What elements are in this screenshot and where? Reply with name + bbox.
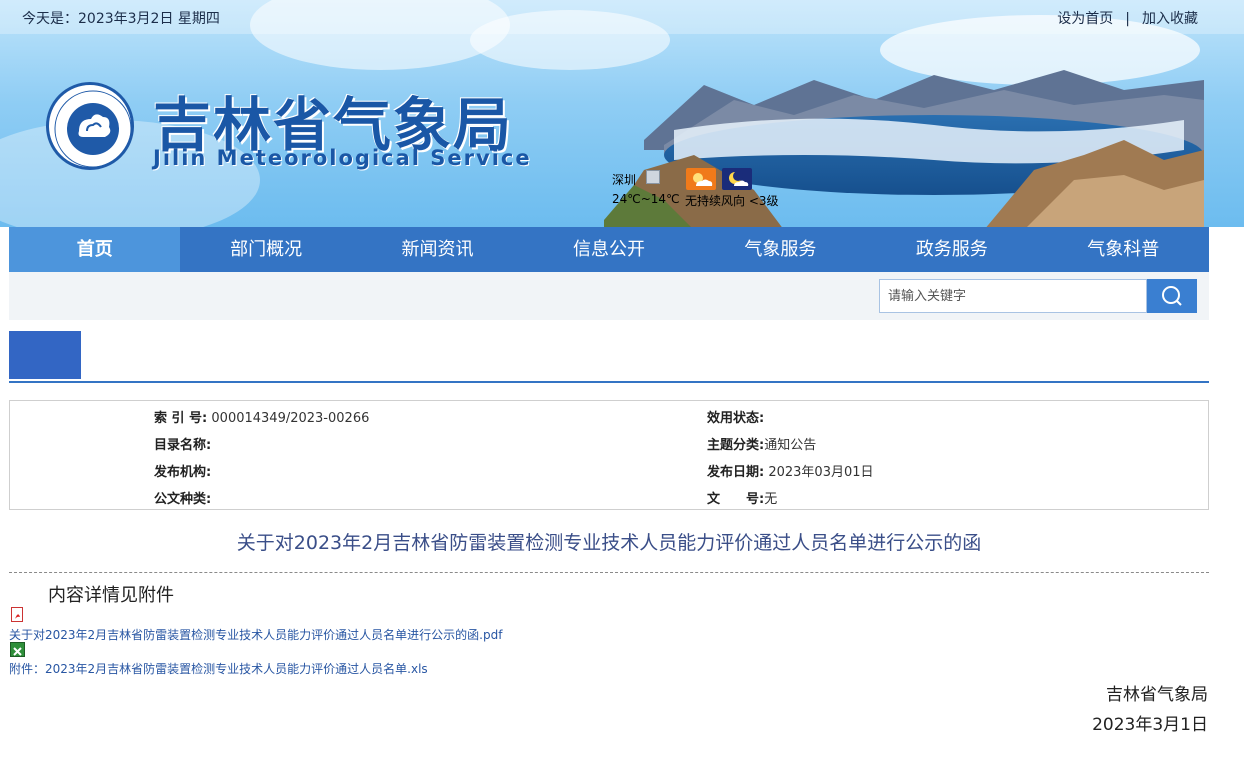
utility-links: 设为首页 | 加入收藏 [1057, 8, 1198, 28]
article-divider [9, 572, 1209, 573]
meta-index: 索 引 号: 000014349/2023-00266 [154, 407, 369, 426]
search-input[interactable] [879, 279, 1147, 313]
meta-publisher: 发布机构: [154, 461, 211, 480]
meta-docno-label: 文 号: [707, 492, 765, 507]
city-search-icon[interactable] [646, 170, 660, 184]
meta-date-label: 发布日期: [707, 465, 765, 480]
article-body: 内容详情见附件 [48, 585, 174, 606]
emblem-ring-icon [54, 90, 132, 168]
search-icon [1162, 286, 1182, 306]
attachment-pdf-link[interactable]: 关于对2023年2月吉林省防雷装置检测专业技术人员能力评价通过人员名单进行公示的… [9, 626, 502, 643]
sun-cloud-icon [686, 168, 716, 190]
nav-item-gov-service[interactable]: 政务服务 [866, 227, 1037, 272]
meta-date-value: 2023年03月01日 [768, 465, 874, 480]
attachment-xls-link[interactable]: 附件：2023年2月吉林省防雷装置检测专业技术人员能力评价通过人员名单.xls [9, 660, 428, 677]
meta-doctype-label: 公文种类: [154, 492, 212, 507]
article-title: 关于对2023年2月吉林省防雷装置检测专业技术人员能力评价通过人员名单进行公示的… [236, 532, 982, 554]
signature-date: 2023年3月1日 [1092, 715, 1208, 735]
meta-status-label: 效用状态: [707, 411, 765, 426]
meta-docno-value: 无 [764, 492, 778, 507]
meta-topic-label: 主题分类: [707, 438, 765, 453]
meta-publisher-label: 发布机构: [154, 465, 212, 480]
search-button[interactable] [1147, 279, 1197, 313]
meta-date: 发布日期: 2023年03月01日 [707, 461, 874, 480]
site-subtitle: Jilin Meteorological Service [153, 146, 532, 170]
pdf-file-icon[interactable] [11, 607, 23, 622]
nav-item-department[interactable]: 部门概况 [180, 227, 351, 272]
meta-catalog-label: 目录名称: [154, 438, 212, 453]
nav-item-science[interactable]: 气象科普 [1038, 227, 1209, 272]
nav-item-weather-service[interactable]: 气象服务 [695, 227, 866, 272]
document-metadata: 索 引 号: 000014349/2023-00266 效用状态: 目录名称: … [9, 400, 1209, 510]
search-bar [9, 272, 1209, 320]
link-separator: | [1125, 11, 1130, 27]
meta-topic: 主题分类:通知公告 [707, 434, 816, 453]
meta-status: 效用状态: [707, 407, 764, 426]
nav-item-news[interactable]: 新闻资讯 [352, 227, 523, 272]
meta-index-label: 索 引 号: [154, 411, 208, 426]
meta-doctype: 公文种类: [154, 488, 211, 507]
current-date: 今天是：2023年3月2日 星期四 [22, 11, 220, 27]
excel-file-icon[interactable] [10, 642, 25, 657]
meta-index-value: 000014349/2023-00266 [211, 411, 370, 426]
meta-docno: 文 号:无 [707, 488, 777, 507]
add-favorite-link[interactable]: 加入收藏 [1142, 11, 1198, 27]
meta-catalog: 目录名称: [154, 434, 211, 453]
main-nav: 首页 部门概况 新闻资讯 信息公开 气象服务 政务服务 气象科普 [9, 227, 1209, 272]
header-banner: 今天是：2023年3月2日 星期四 设为首页 | 加入收藏 吉林省气象局 Jilin… [0, 0, 1244, 227]
weather-temperature: 24℃~14℃ [612, 192, 680, 206]
moon-cloud-icon [722, 168, 752, 190]
weather-widget: 深圳 24℃~14℃ 无持续风向 <3级 [612, 168, 802, 212]
set-homepage-link[interactable]: 设为首页 [1057, 11, 1113, 27]
section-marker [9, 331, 81, 379]
signature-org: 吉林省气象局 [1106, 685, 1208, 705]
cma-emblem-logo[interactable] [46, 82, 134, 170]
meta-topic-value: 通知公告 [764, 438, 817, 453]
nav-item-info-disclosure[interactable]: 信息公开 [523, 227, 694, 272]
top-utility-bar: 今天是：2023年3月2日 星期四 设为首页 | 加入收藏 [0, 0, 1244, 34]
nav-item-home[interactable]: 首页 [9, 227, 181, 272]
weather-city: 深圳 [612, 173, 637, 187]
section-divider [9, 381, 1209, 383]
weather-wind: 无持续风向 <3级 [685, 194, 779, 208]
